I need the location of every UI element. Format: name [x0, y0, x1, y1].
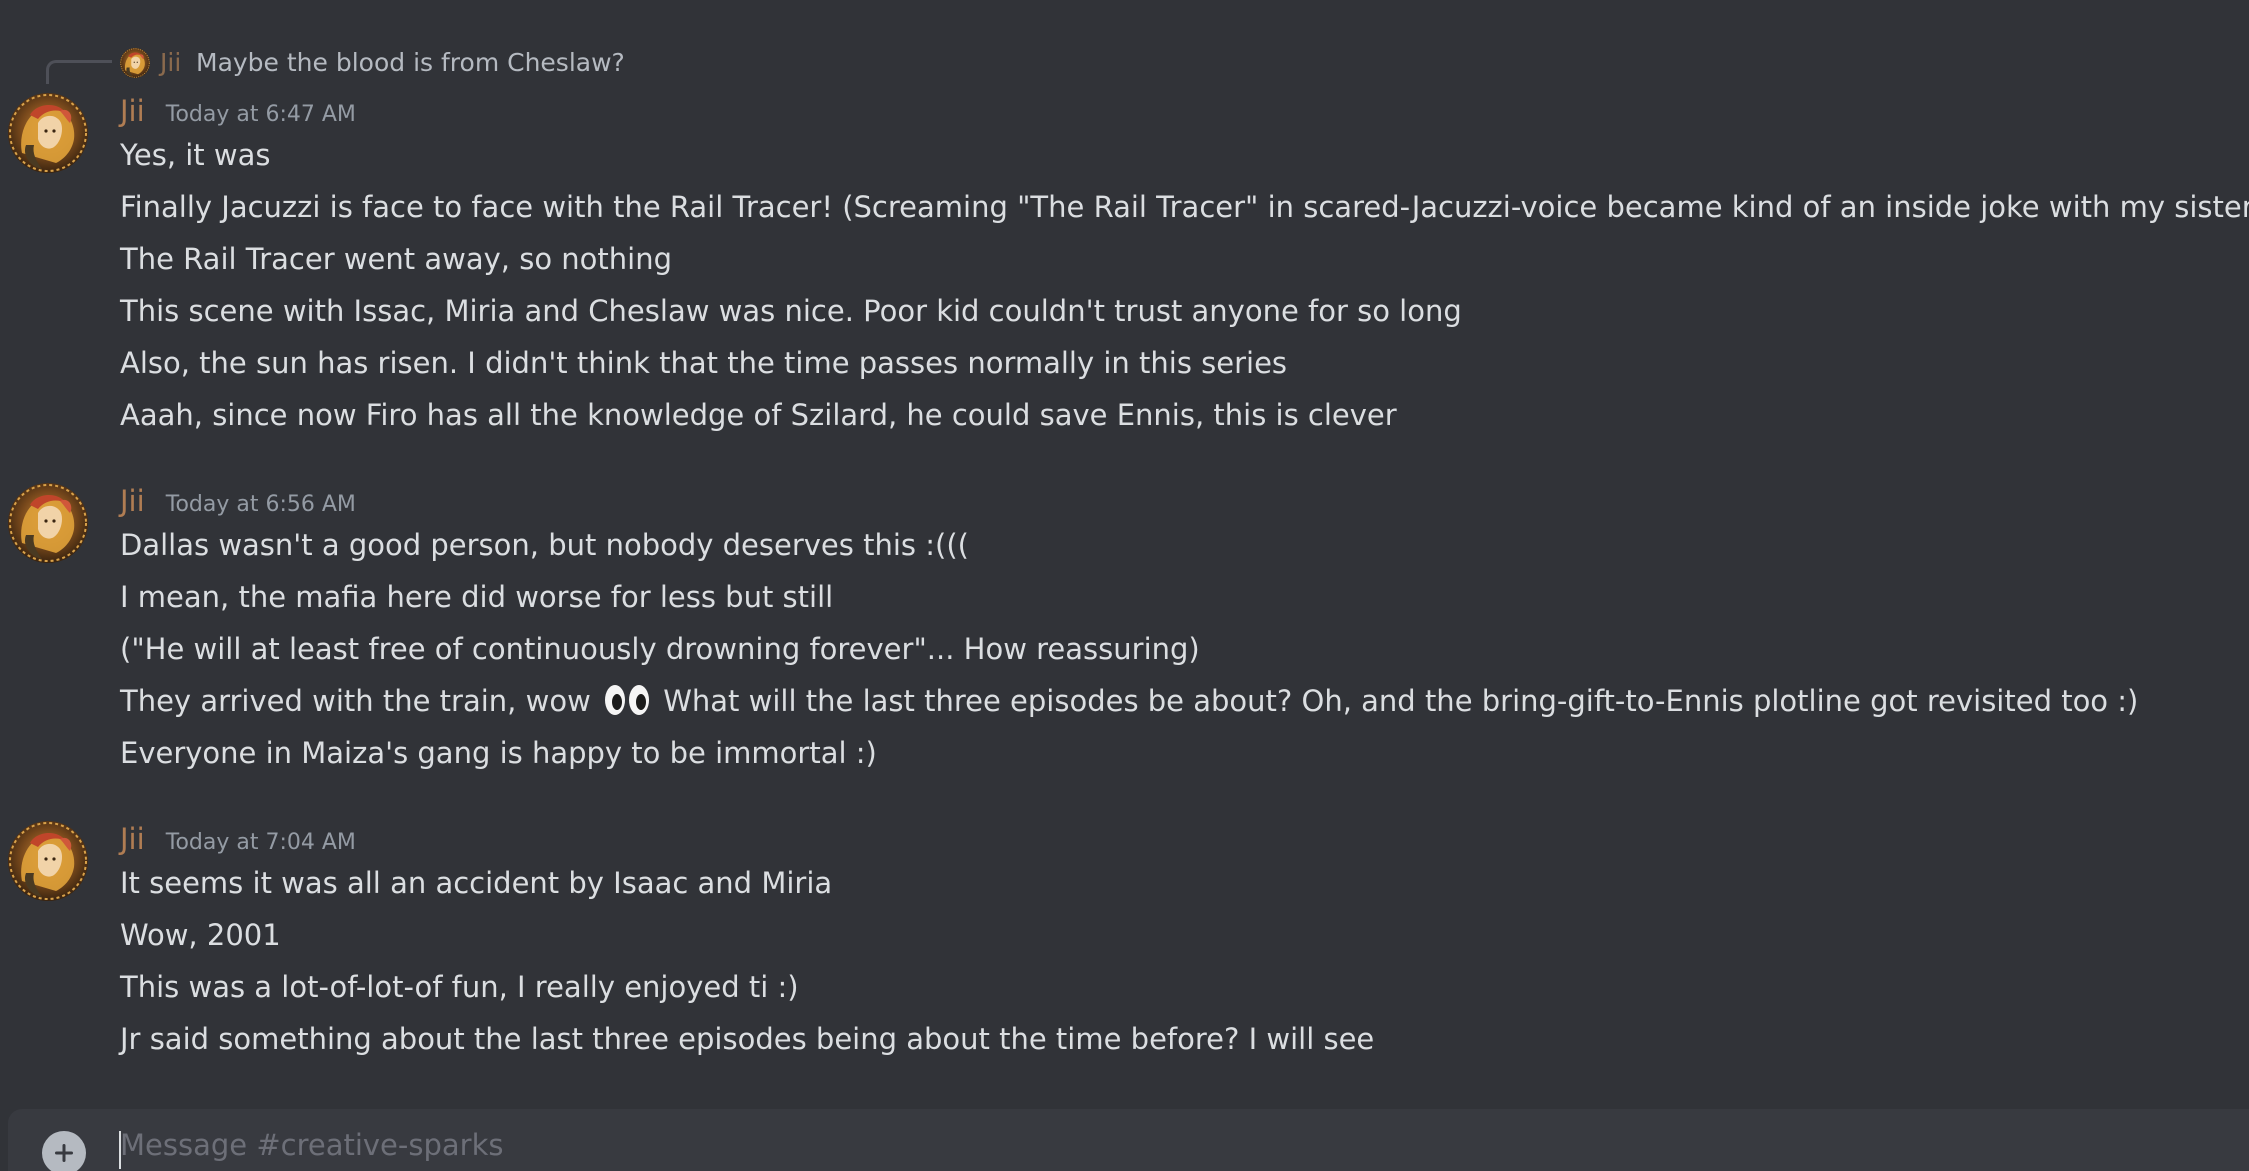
message-input[interactable] [120, 1123, 2220, 1167]
username[interactable]: Jii [120, 94, 145, 128]
message-line: Wow, 2001 [120, 918, 281, 952]
reply-spine [46, 60, 112, 84]
eyes-emoji-icon[interactable] [604, 683, 650, 726]
message-line: Finally Jacuzzi is face to face with the… [120, 190, 2249, 224]
username[interactable]: Jii [120, 822, 145, 856]
username[interactable]: Jii [120, 484, 145, 518]
message-header: Jii Today at 7:04 AM [120, 822, 356, 858]
message-line: This scene with Issac, Miria and Cheslaw… [120, 294, 1462, 328]
message-line: Aaah, since now Firo has all the knowled… [120, 398, 1397, 432]
timestamp[interactable]: Today at 6:47 AM [166, 102, 356, 127]
message-header: Jii Today at 6:47 AM [120, 94, 356, 130]
message-line: Everyone in Maiza's gang is happy to be … [120, 736, 877, 770]
avatar[interactable] [8, 483, 88, 563]
message-line: It seems it was all an accident by Isaac… [120, 866, 833, 900]
message-line: Dallas wasn't a good person, but nobody … [120, 528, 969, 562]
avatar[interactable] [8, 821, 88, 901]
message-line: They arrived with the train, wow What wi… [120, 682, 2138, 726]
text-caret [119, 1131, 121, 1169]
message-text: They arrived with the train, wow [120, 684, 591, 718]
avatar[interactable] [8, 93, 88, 173]
message-line: Also, the sun has risen. I didn't think … [120, 346, 1288, 380]
message-header: Jii Today at 6:56 AM [120, 484, 356, 520]
message-line: This was a lot-of-lot-of fun, I really e… [120, 970, 799, 1004]
reply-username[interactable]: Jii [160, 48, 181, 77]
plus-circle-icon[interactable] [42, 1131, 86, 1171]
timestamp[interactable]: Today at 6:56 AM [166, 492, 356, 517]
message-line: Yes, it was [120, 138, 271, 172]
timestamp[interactable]: Today at 7:04 AM [166, 830, 356, 855]
reply-preview-text[interactable]: Maybe the blood is from Cheslaw? [196, 48, 625, 77]
reply-avatar[interactable] [120, 48, 150, 78]
message-line: I mean, the mafia here did worse for les… [120, 580, 834, 614]
message-composer [8, 1109, 2249, 1171]
message-line: ("He will at least free of continuously … [120, 632, 1200, 666]
message-line: Jr said something about the last three e… [120, 1022, 1375, 1056]
message-line: The Rail Tracer went away, so nothing [120, 242, 673, 276]
message-list[interactable]: Jii Maybe the blood is from Cheslaw? Jii… [0, 0, 2249, 1108]
message-text: What will the last three episodes be abo… [663, 684, 2139, 718]
